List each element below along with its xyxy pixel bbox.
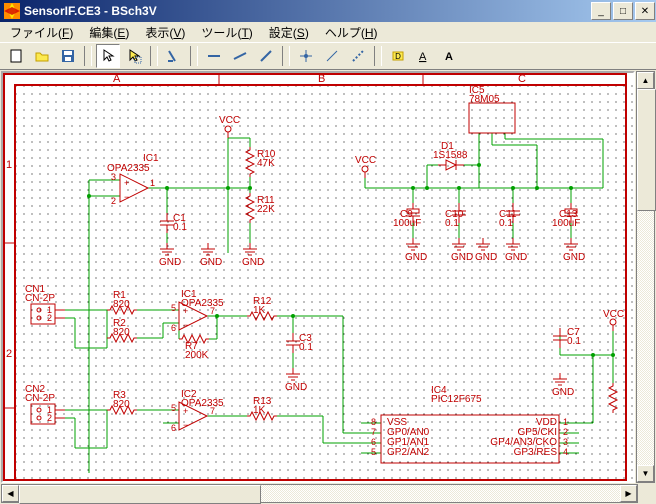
tb-component[interactable]: D (386, 44, 410, 68)
menu-file[interactable]: ファイル(F) (4, 22, 79, 43)
scroll-right-button[interactable]: ▶ (620, 485, 637, 502)
col-label-b: B (318, 73, 325, 85)
horizontal-scrollbar[interactable]: ◀ ▶ (1, 484, 638, 503)
tb-diag[interactable] (254, 44, 278, 68)
tb-save[interactable] (56, 44, 80, 68)
menu-view[interactable]: 表示(V) (139, 22, 191, 43)
close-button[interactable]: ✕ (635, 2, 655, 20)
menu-settings[interactable]: 設定(S) (263, 22, 315, 43)
row-label-1: 1 (6, 159, 12, 171)
tb-line2[interactable] (228, 44, 252, 68)
vertical-scrollbar[interactable]: ▲ ▼ (636, 71, 655, 483)
schematic-canvas[interactable]: A B C 1 2 (1, 71, 635, 483)
window-title: SensorIF.CE3 - BSch3V (24, 4, 590, 18)
tb-netlabel[interactable]: A (412, 44, 436, 68)
scroll-left-button[interactable]: ◀ (2, 485, 19, 502)
app-icon (4, 3, 20, 19)
tb-bus[interactable] (320, 44, 344, 68)
menu-tool[interactable]: ツール(T) (195, 22, 258, 43)
scroll-up-button[interactable]: ▲ (637, 72, 654, 89)
svg-text:A: A (445, 51, 453, 63)
tb-open[interactable] (30, 44, 54, 68)
svg-text:D: D (395, 52, 401, 61)
tb-wire[interactable] (346, 44, 370, 68)
svg-text:A: A (419, 51, 427, 63)
menu-bar: ファイル(F) 編集(E) 表示(V) ツール(T) 設定(S) ヘルプ(H) (0, 22, 656, 43)
minimize-button[interactable]: _ (591, 2, 611, 20)
tb-cut[interactable] (162, 44, 186, 68)
col-label-c: C (518, 73, 526, 85)
col-label-a: A (113, 73, 120, 85)
tb-junction[interactable] (294, 44, 318, 68)
tb-select[interactable] (96, 44, 120, 68)
tb-new[interactable] (4, 44, 28, 68)
menu-edit[interactable]: 編集(E) (83, 22, 135, 43)
maximize-button[interactable]: □ (613, 2, 633, 20)
tb-text[interactable]: A (438, 44, 462, 68)
tb-drag[interactable] (122, 44, 146, 68)
title-bar: SensorIF.CE3 - BSch3V _ □ ✕ (0, 0, 656, 22)
scroll-down-button[interactable]: ▼ (637, 465, 654, 482)
tb-hline[interactable] (202, 44, 226, 68)
row-label-2: 2 (6, 348, 12, 360)
toolbar: D A A (0, 43, 656, 70)
menu-help[interactable]: ヘルプ(H) (319, 22, 384, 43)
